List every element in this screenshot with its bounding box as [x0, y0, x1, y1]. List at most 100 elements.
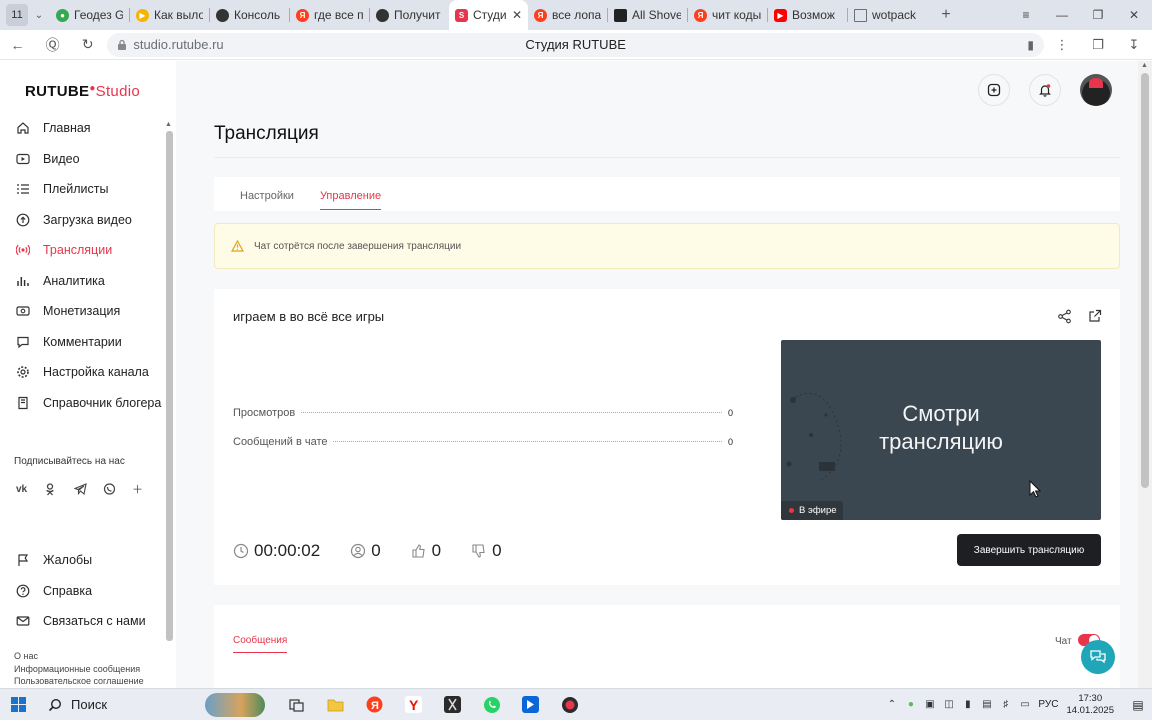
footer-link-user-agreement[interactable]: Пользовательское соглашение — [14, 675, 144, 688]
sidebar-item-video[interactable]: Видео — [0, 144, 165, 175]
browser-tab[interactable]: Я чит коды — [688, 0, 767, 30]
sidebar-item-handbook[interactable]: Справочник блогера — [0, 388, 165, 419]
notifications-button[interactable] — [1029, 74, 1061, 106]
sidebar-item-monetization[interactable]: Монетизация — [0, 296, 165, 327]
svg-text:Y: Y — [409, 697, 419, 713]
support-chat-button[interactable] — [1081, 640, 1115, 674]
rutube-studio-logo[interactable]: RUTUBE●Studio — [25, 83, 140, 100]
address-bar: ← Ⓠ ↻ studio.rutube.ru Студия RUTUBE ▮ ⋮… — [0, 30, 1152, 60]
browser-tab[interactable]: Консоль — [210, 0, 289, 30]
sidebar-item-comments[interactable]: Комментарии — [0, 327, 165, 358]
close-window-icon[interactable]: ✕ — [1116, 8, 1152, 22]
clock[interactable]: 17:30 14.01.2025 — [1066, 693, 1114, 717]
viber-icon[interactable] — [103, 481, 132, 497]
download-icon[interactable]: ↧ — [1116, 37, 1152, 53]
notification-center-icon[interactable]: ▤ — [1124, 698, 1152, 712]
tab-list-chevron-icon[interactable]: ⌄ — [28, 10, 50, 21]
whatsapp-icon[interactable] — [472, 696, 511, 714]
game-app-icon[interactable] — [433, 696, 472, 714]
browser-tab[interactable]: ▶ Возмож — [768, 0, 847, 30]
sidebar-item-home[interactable]: Главная — [0, 113, 165, 144]
stat-dots — [333, 441, 722, 442]
browser-tab[interactable]: All Shove — [608, 0, 687, 30]
tray-monitor-icon[interactable]: ▣ — [920, 699, 939, 710]
sidebar-item-analytics[interactable]: Аналитика — [0, 266, 165, 297]
tab-management[interactable]: Управление — [319, 190, 382, 211]
stat-views-label: Просмотров — [233, 407, 296, 419]
tab-settings[interactable]: Настройки — [240, 190, 294, 211]
taskbar-search[interactable]: Поиск — [36, 689, 265, 720]
network-icon[interactable]: ▤ — [977, 699, 996, 710]
bookmark-icon[interactable]: ▮ — [1027, 38, 1034, 52]
start-button[interactable] — [0, 697, 36, 712]
footer-link-info-messages[interactable]: Информационные сообщения — [14, 663, 144, 676]
scroll-up-arrow-icon[interactable]: ▲ — [165, 121, 172, 128]
scroll-up-arrow-icon[interactable]: ▲ — [1141, 62, 1148, 69]
chevron-up-icon[interactable]: ⌃ — [882, 699, 901, 710]
share-icon[interactable] — [1057, 309, 1072, 324]
yandex-home-icon[interactable]: Ⓠ — [35, 35, 70, 55]
volume-icon[interactable]: ♯ — [996, 699, 1015, 710]
app-blue-icon[interactable] — [511, 696, 550, 714]
youtube-icon: ▶ — [774, 8, 787, 22]
sidebar-item-upload[interactable]: Загрузка видео — [0, 205, 165, 236]
browser-tab[interactable]: ● Геодез G — [50, 0, 129, 30]
browser-tab[interactable]: wotpack — [848, 0, 927, 30]
browser-tab[interactable]: Я все лопа — [528, 0, 607, 30]
minimize-icon[interactable]: — — [1044, 8, 1080, 22]
sidebar-item-channel-settings[interactable]: Настройка канала — [0, 357, 165, 388]
external-link-icon[interactable] — [1088, 309, 1102, 324]
telegram-icon[interactable] — [74, 481, 103, 497]
end-stream-button[interactable]: Завершить трансляцию — [957, 534, 1101, 566]
clock-icon — [233, 543, 249, 559]
vk-icon[interactable]: vk — [16, 481, 45, 497]
sidebar-item-playlists[interactable]: Плейлисты — [0, 174, 165, 205]
browser-tab[interactable]: Получит — [370, 0, 449, 30]
sidebar-scroll-thumb[interactable] — [166, 131, 173, 641]
lock-icon[interactable] — [117, 39, 127, 51]
battery-icon[interactable]: ▭ — [1015, 699, 1034, 710]
sidebar-scrollbar[interactable]: ▲ ▼ — [164, 121, 175, 656]
add-content-button[interactable] — [978, 74, 1010, 106]
url-field[interactable]: studio.rutube.ru Студия RUTUBE ▮ — [107, 32, 1044, 57]
stream-preview[interactable]: Смотри трансляцию В эфире — [781, 340, 1101, 520]
avatar[interactable] — [1080, 74, 1112, 106]
app-red-icon[interactable] — [550, 696, 589, 714]
microphone-icon[interactable]: ▮ — [958, 699, 977, 710]
back-arrow-icon[interactable]: ← — [0, 37, 35, 53]
sidebar-item-contact[interactable]: Связаться с нами — [0, 606, 165, 637]
footer-link-about[interactable]: О нас — [14, 650, 144, 663]
sidebar-item-help[interactable]: Справка — [0, 576, 165, 607]
tab-search-icon[interactable]: ≡ — [1008, 8, 1044, 22]
restore-icon[interactable]: ❐ — [1080, 8, 1116, 22]
menu-dots-icon[interactable]: ⋮ — [1044, 37, 1080, 53]
tab-counter[interactable]: 11 — [6, 4, 28, 26]
page-scroll-thumb[interactable] — [1141, 73, 1149, 488]
sidebar-item-complaints[interactable]: Жалобы — [0, 545, 165, 576]
stat-chat-label: Сообщений в чате — [233, 436, 328, 448]
yandex-app-icon[interactable]: Y — [394, 696, 433, 714]
tray-usb-icon[interactable]: ◫ — [939, 699, 958, 710]
tray-app-icon[interactable]: ● — [901, 699, 920, 710]
input-language[interactable]: РУС — [1038, 699, 1058, 710]
header-actions — [959, 74, 1112, 106]
plus-icon[interactable]: ＋ — [132, 481, 161, 497]
page-scrollbar[interactable]: ▲ — [1138, 61, 1152, 688]
yandex-icon: Я — [694, 8, 707, 22]
browser-tab-active[interactable]: S Студи ✕ — [449, 0, 528, 30]
browser-tab[interactable]: Я где все п — [290, 0, 369, 30]
file-explorer-icon[interactable] — [316, 696, 355, 714]
reload-icon[interactable]: ↻ — [70, 36, 105, 53]
tab-messages[interactable]: Сообщения — [233, 635, 288, 653]
ok-icon[interactable] — [45, 481, 74, 497]
thumbs-down-icon — [471, 543, 487, 559]
stat-views: Просмотров 0 — [233, 407, 733, 419]
task-view-icon[interactable] — [277, 696, 316, 714]
browser-tab[interactable]: ▶ Как выло — [130, 0, 209, 30]
yandex-browser-icon[interactable]: Я — [355, 696, 394, 714]
sidebar-item-broadcasts[interactable]: Трансляции — [0, 235, 165, 266]
svg-text:Я: Я — [371, 700, 379, 712]
close-tab-icon[interactable]: ✕ — [509, 8, 522, 22]
new-tab-button[interactable]: + — [933, 4, 959, 26]
extensions-icon[interactable]: ❐ — [1080, 37, 1116, 53]
